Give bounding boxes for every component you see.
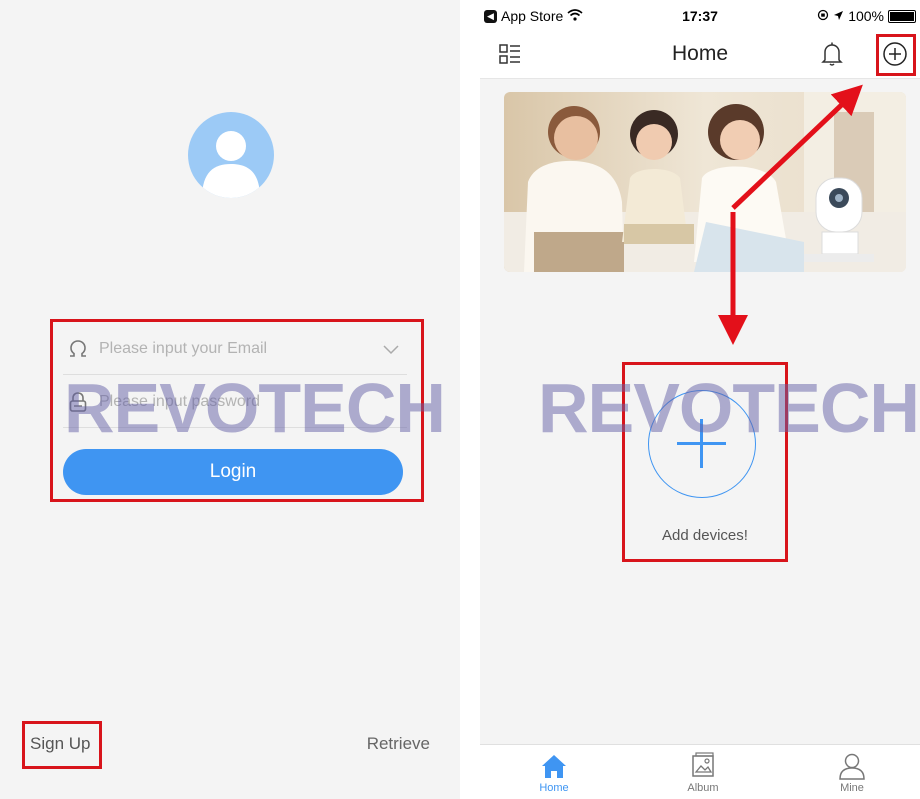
- family-photo-banner: [504, 92, 906, 272]
- house-icon: [542, 755, 566, 778]
- tab-mine-label: Mine: [840, 782, 864, 794]
- status-bar: ◀ App Store 17:37 100%: [480, 0, 920, 32]
- tab-album-label: Album: [687, 782, 719, 794]
- sign-up-link[interactable]: Sign Up: [30, 734, 90, 754]
- login-button[interactable]: Login: [63, 449, 403, 495]
- email-input[interactable]: [99, 334, 379, 364]
- person-icon: [839, 753, 865, 780]
- login-screen: Login Sign Up Retrieve: [0, 0, 460, 799]
- login-form: Login: [50, 319, 424, 502]
- add-devices-button[interactable]: [648, 390, 756, 498]
- tab-mine[interactable]: Mine: [812, 751, 892, 794]
- retrieve-link[interactable]: Retrieve: [367, 734, 430, 754]
- tab-home[interactable]: Home: [514, 751, 594, 794]
- lock-icon: [67, 391, 89, 418]
- chevron-down-icon[interactable]: [383, 342, 399, 360]
- tab-bar: Home Album Mine: [480, 744, 920, 799]
- album-icon: [692, 752, 714, 777]
- battery-icon: [888, 9, 916, 23]
- nav-bar: Home: [480, 32, 920, 79]
- avatar-icon: [188, 112, 274, 198]
- battery-percent: 100%: [848, 8, 884, 24]
- user-icon: [67, 338, 89, 365]
- password-row: [63, 377, 407, 428]
- bell-icon[interactable]: [820, 41, 844, 72]
- add-devices-label: Add devices!: [662, 527, 748, 544]
- add-icon-highlight: [876, 34, 916, 76]
- location-icon: [833, 8, 844, 24]
- tab-home-label: Home: [539, 782, 569, 794]
- email-row: [63, 324, 407, 375]
- tab-album[interactable]: Album: [663, 751, 743, 794]
- banner[interactable]: [480, 92, 920, 274]
- page-title: Home: [671, 42, 729, 65]
- password-input[interactable]: [99, 387, 379, 417]
- orientation-lock-icon: [817, 8, 829, 24]
- home-screen: ◀ App Store 17:37 100% Home Add devices!…: [480, 0, 920, 799]
